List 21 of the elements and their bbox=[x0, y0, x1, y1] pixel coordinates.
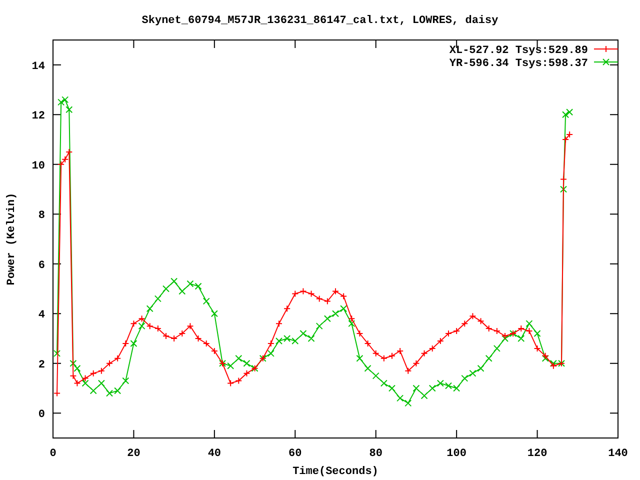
chart-title: Skynet_60794_M57JR_136231_86147_cal.txt, LOWRES, daisy bbox=[142, 15, 498, 27]
y-tick-label: 6 bbox=[38, 260, 45, 272]
x-tick-label: 80 bbox=[369, 448, 382, 460]
x-tick-label: 60 bbox=[288, 448, 302, 460]
y-tick-label: 2 bbox=[38, 359, 45, 372]
x-tick-label: 120 bbox=[527, 448, 548, 460]
y-tick-label: 12 bbox=[32, 110, 45, 123]
x-tick-label: 140 bbox=[608, 448, 628, 460]
y-tick-label: 0 bbox=[38, 409, 45, 422]
x-tick-label: 100 bbox=[446, 448, 466, 460]
legend-label: XL-527.92 Tsys:529.89 bbox=[449, 45, 588, 57]
x-tick-label: 40 bbox=[208, 448, 222, 460]
y-tick-label: 10 bbox=[32, 160, 45, 172]
legend-label: YR-596.34 Tsys:598.37 bbox=[449, 58, 588, 70]
x-tick-label: 20 bbox=[127, 448, 140, 460]
y-axis-label: Power (Kelvin) bbox=[6, 192, 18, 286]
y-tick-label: 4 bbox=[38, 310, 45, 322]
x-tick-label: 0 bbox=[50, 448, 56, 460]
y-tick-label: 8 bbox=[38, 210, 45, 222]
x-axis-label: Time(Seconds) bbox=[292, 466, 378, 478]
y-tick-label: 14 bbox=[32, 60, 45, 73]
